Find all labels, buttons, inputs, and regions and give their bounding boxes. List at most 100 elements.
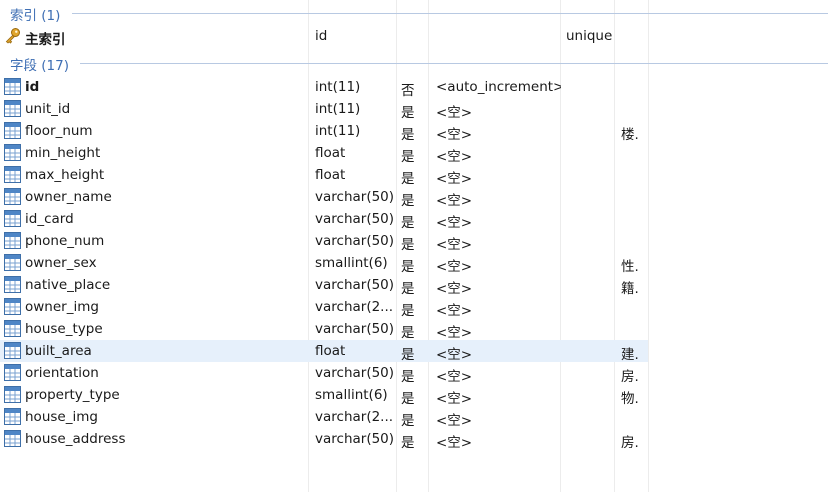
index-name: 主索引	[25, 32, 66, 48]
field-nullable: 是	[401, 149, 415, 165]
table-icon	[4, 144, 21, 161]
field-name: owner_img	[25, 299, 99, 315]
field-nullable: 是	[401, 369, 415, 385]
field-type: varchar(50)	[315, 365, 395, 381]
field-comment: 房.	[621, 369, 639, 385]
field-comment: 籍.	[621, 281, 639, 297]
field-name: property_type	[25, 387, 120, 403]
field-name: house_img	[25, 409, 98, 425]
table-icon	[4, 386, 21, 403]
field-nullable: 是	[401, 127, 415, 143]
index-field: id	[315, 28, 328, 44]
field-type: varchar(50)	[315, 321, 395, 337]
field-comment: 物.	[621, 391, 639, 407]
field-default: <空>	[436, 303, 473, 319]
table-icon	[4, 166, 21, 183]
field-default: <空>	[436, 215, 473, 231]
field-nullable: 是	[401, 193, 415, 209]
field-name: owner_sex	[25, 255, 97, 271]
field-name: built_area	[25, 343, 92, 359]
field-type: float	[315, 145, 346, 161]
table-icon	[4, 364, 21, 381]
field-default: <空>	[436, 237, 473, 253]
field-type: smallint(6)	[315, 387, 388, 403]
field-default: <空>	[436, 347, 473, 363]
field-nullable: 是	[401, 171, 415, 187]
field-row[interactable]: built_area float 是 <空> 建.	[0, 340, 648, 363]
field-name: min_height	[25, 145, 101, 161]
field-row[interactable]: owner_img varchar(2... 是 <空>	[0, 296, 648, 319]
field-row[interactable]: phone_num varchar(50) 是 <空>	[0, 230, 648, 253]
field-row[interactable]: house_type varchar(50) 是 <空>	[0, 318, 648, 341]
field-default: <空>	[436, 149, 473, 165]
field-type: int(11)	[315, 79, 361, 95]
field-default: <空>	[436, 193, 473, 209]
section-divider	[80, 63, 828, 64]
field-type: varchar(50)	[315, 233, 395, 249]
field-type: varchar(2...	[315, 409, 394, 425]
field-type: varchar(50)	[315, 431, 395, 447]
field-comment: 建.	[621, 347, 639, 363]
index-row-primary[interactable]: 主索引 id unique	[0, 25, 648, 48]
field-nullable: 是	[401, 259, 415, 275]
table-icon	[4, 320, 21, 337]
field-row[interactable]: id_card varchar(50) 是 <空>	[0, 208, 648, 231]
field-default: <空>	[436, 369, 473, 385]
field-default: <空>	[436, 171, 473, 187]
field-nullable: 否	[401, 83, 415, 99]
fields-section-title: 字段 (17)	[10, 58, 70, 74]
field-nullable: 是	[401, 325, 415, 341]
field-name: orientation	[25, 365, 99, 381]
field-name: house_address	[25, 431, 126, 447]
field-name: id_card	[25, 211, 74, 227]
field-row[interactable]: id int(11) 否 <auto_increment>	[0, 76, 648, 99]
field-row[interactable]: property_type smallint(6) 是 <空> 物.	[0, 384, 648, 407]
field-name: phone_num	[25, 233, 105, 249]
field-name: unit_id	[25, 101, 71, 117]
table-icon	[4, 78, 21, 95]
field-row[interactable]: native_place varchar(50) 是 <空> 籍.	[0, 274, 648, 297]
field-nullable: 是	[401, 347, 415, 363]
field-row[interactable]: floor_num int(11) 是 <空> 楼.	[0, 120, 648, 143]
indexes-section-header[interactable]: 索引 (1)	[0, 3, 828, 24]
field-row[interactable]: house_img varchar(2... 是 <空>	[0, 406, 648, 429]
field-row[interactable]: house_address varchar(50) 是 <空> 房.	[0, 428, 648, 451]
field-type: varchar(50)	[315, 211, 395, 227]
fields-section-header[interactable]: 字段 (17)	[0, 53, 828, 74]
field-nullable: 是	[401, 435, 415, 451]
field-row[interactable]: owner_sex smallint(6) 是 <空> 性.	[0, 252, 648, 275]
table-icon	[4, 232, 21, 249]
field-default: <空>	[436, 259, 473, 275]
section-divider	[72, 13, 828, 14]
field-comment: 房.	[621, 435, 639, 451]
column-divider	[648, 0, 649, 492]
field-name: id	[25, 79, 40, 95]
field-default: <空>	[436, 391, 473, 407]
indexes-section-title: 索引 (1)	[10, 8, 61, 24]
field-type: int(11)	[315, 101, 361, 117]
field-type: int(11)	[315, 123, 361, 139]
field-nullable: 是	[401, 215, 415, 231]
table-icon	[4, 408, 21, 425]
field-default: <空>	[436, 127, 473, 143]
field-type: smallint(6)	[315, 255, 388, 271]
field-comment: 性.	[621, 259, 639, 275]
field-nullable: 是	[401, 237, 415, 253]
index-kind: unique	[566, 28, 613, 44]
table-icon	[4, 276, 21, 293]
field-nullable: 是	[401, 391, 415, 407]
table-icon	[4, 430, 21, 447]
field-name: house_type	[25, 321, 103, 337]
field-default: <空>	[436, 281, 473, 297]
table-icon	[4, 210, 21, 227]
field-type: float	[315, 167, 346, 183]
field-row[interactable]: owner_name varchar(50) 是 <空>	[0, 186, 648, 209]
field-row[interactable]: orientation varchar(50) 是 <空> 房.	[0, 362, 648, 385]
table-icon	[4, 298, 21, 315]
field-default: <空>	[436, 435, 473, 451]
field-row[interactable]: min_height float 是 <空>	[0, 142, 648, 165]
table-icon	[4, 122, 21, 139]
field-type: varchar(2...	[315, 299, 394, 315]
field-row[interactable]: unit_id int(11) 是 <空>	[0, 98, 648, 121]
field-row[interactable]: max_height float 是 <空>	[0, 164, 648, 187]
